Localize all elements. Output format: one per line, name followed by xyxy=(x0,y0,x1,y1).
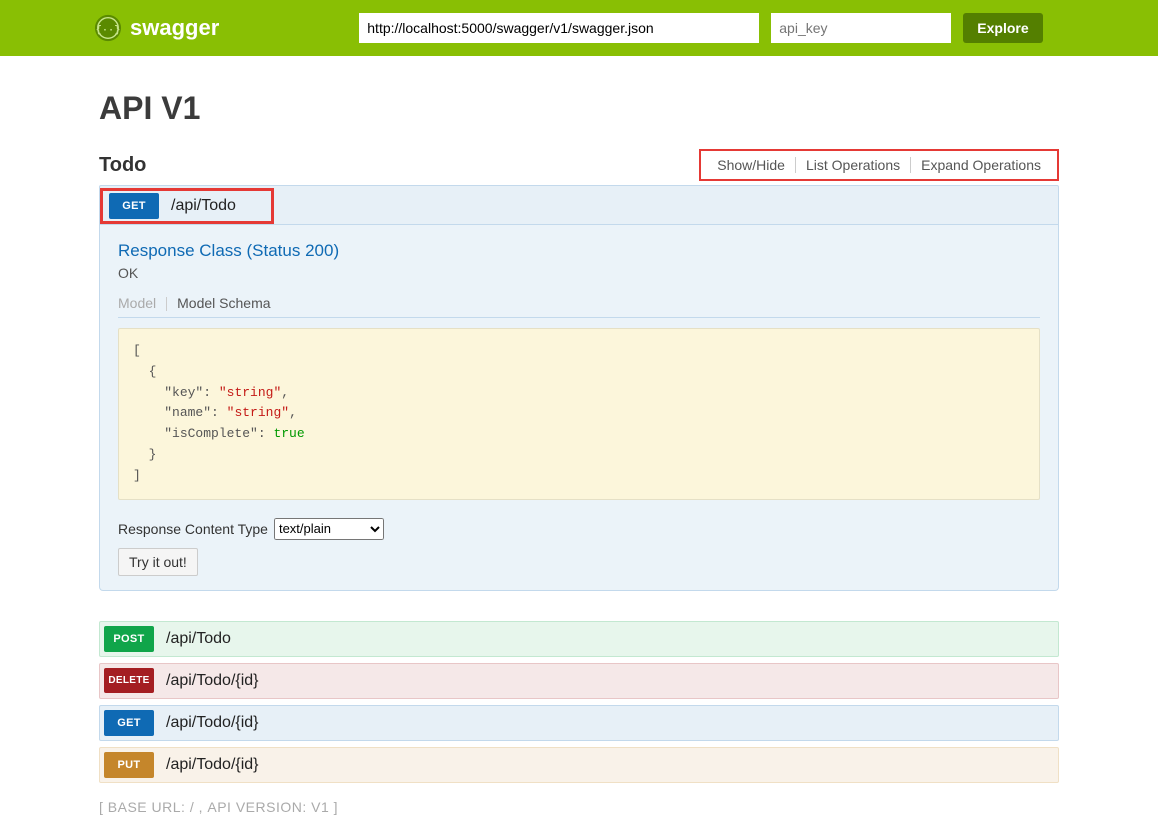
show-hide-link[interactable]: Show/Hide xyxy=(707,155,795,175)
highlighted-operation-header: GET /api/Todo xyxy=(100,188,274,224)
operation-path[interactable]: /api/Todo/{id} xyxy=(166,756,259,774)
method-badge-post: POST xyxy=(104,626,154,652)
operation-post-todo[interactable]: POST /api/Todo xyxy=(99,621,1059,657)
apikey-input[interactable] xyxy=(771,13,951,43)
page-title: API V1 xyxy=(99,90,1059,127)
swagger-icon: {··} xyxy=(94,14,122,42)
operation-get-todo-id[interactable]: GET /api/Todo/{id} xyxy=(99,705,1059,741)
expand-operations-link[interactable]: Expand Operations xyxy=(911,155,1051,175)
separator xyxy=(166,297,167,311)
operation-put-todo-id[interactable]: PUT /api/Todo/{id} xyxy=(99,747,1059,783)
response-content-type-select[interactable]: text/plain xyxy=(274,518,384,540)
status-text: OK xyxy=(118,265,1040,281)
method-badge-delete: DELETE xyxy=(104,668,154,693)
operation-path[interactable]: /api/Todo xyxy=(166,630,231,648)
operation-path[interactable]: /api/Todo/{id} xyxy=(166,714,259,732)
operation-detail-panel: Response Class (Status 200) OK Model Mod… xyxy=(99,225,1059,591)
svg-text:{··}: {··} xyxy=(96,25,121,37)
tab-model-schema[interactable]: Model Schema xyxy=(177,295,270,311)
model-schema-box[interactable]: [ { "key": "string", "name": "string", "… xyxy=(118,328,1040,500)
operation-path[interactable]: /api/Todo/{id} xyxy=(166,672,259,690)
operation-path[interactable]: /api/Todo xyxy=(171,197,236,215)
resource-header: Todo Show/Hide List Operations Expand Op… xyxy=(99,149,1059,181)
operation-delete-todo-id[interactable]: DELETE /api/Todo/{id} xyxy=(99,663,1059,699)
swagger-logo-text: swagger xyxy=(130,15,219,41)
schema-tabs: Model Model Schema xyxy=(118,295,1040,318)
method-badge-get: GET xyxy=(104,710,154,736)
spec-url-input[interactable] xyxy=(359,13,759,43)
resource-actions: Show/Hide List Operations Expand Operati… xyxy=(699,149,1059,181)
api-footer: [ BASE URL: / , API VERSION: V1 ] xyxy=(99,799,1059,815)
response-content-type-label: Response Content Type xyxy=(118,521,268,537)
topbar: {··} swagger Explore xyxy=(0,0,1158,56)
base-url-value: / xyxy=(190,799,194,815)
resource-name[interactable]: Todo xyxy=(99,154,146,177)
base-url-label: BASE URL xyxy=(108,799,181,815)
api-version-label: API VERSION xyxy=(207,799,302,815)
operation-get-todo[interactable]: GET /api/Todo xyxy=(99,185,1059,225)
method-badge-get: GET xyxy=(109,193,159,219)
list-operations-link[interactable]: List Operations xyxy=(796,155,910,175)
swagger-logo: {··} swagger xyxy=(94,14,219,42)
api-version-value: V1 xyxy=(311,799,329,815)
response-class-heading: Response Class (Status 200) xyxy=(118,241,1040,261)
method-badge-put: PUT xyxy=(104,752,154,778)
explore-button[interactable]: Explore xyxy=(963,13,1042,43)
try-it-out-button[interactable]: Try it out! xyxy=(118,548,198,576)
tab-model[interactable]: Model xyxy=(118,295,156,311)
